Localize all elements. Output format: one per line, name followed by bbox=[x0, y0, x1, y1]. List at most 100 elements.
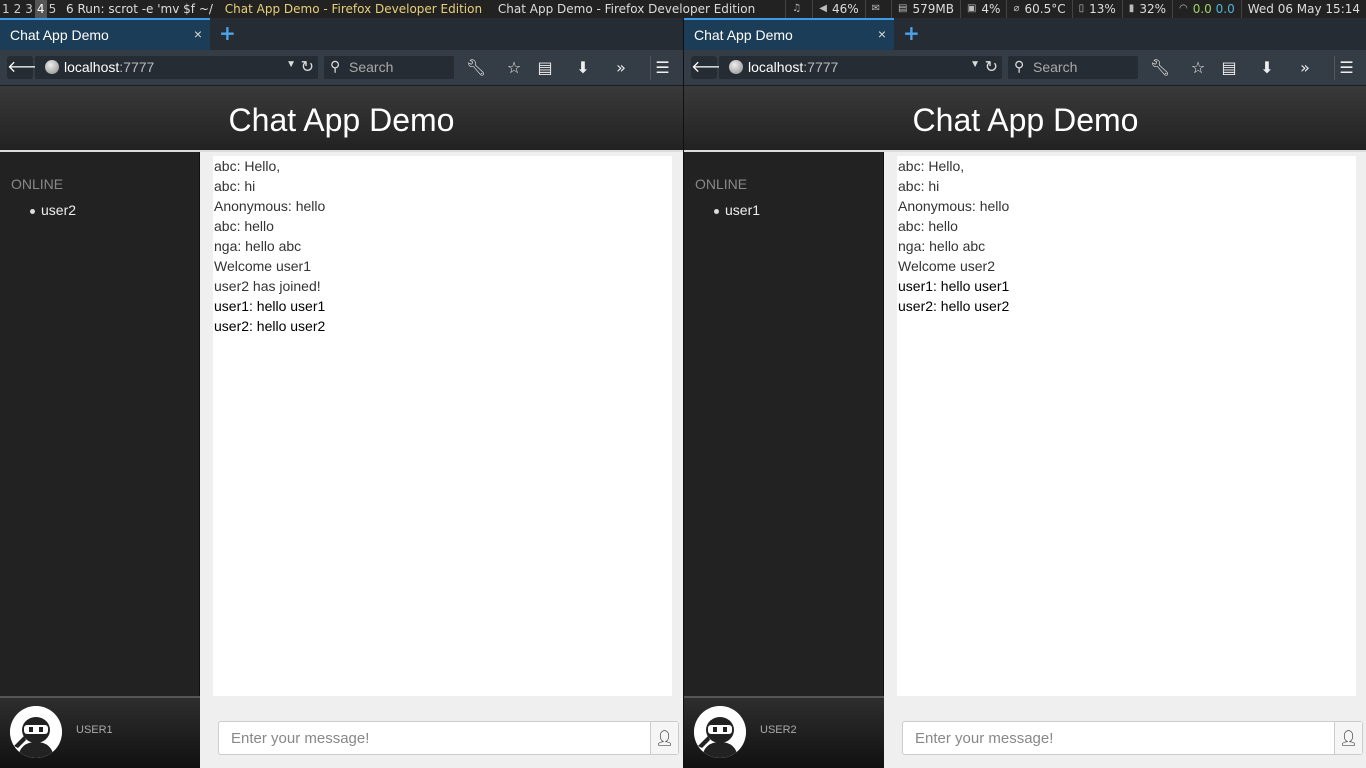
message-area: abc: Hello, abc: hi Anonymous: hello abc: h… bbox=[213, 156, 672, 696]
chat-message: abc: hi bbox=[898, 178, 940, 194]
battery-widget: ▮ 32% bbox=[1121, 0, 1172, 18]
nav-toolbar: 🡐 localhost:7777 ▼ ↻ ⚲ Search 🔧︎ ☆ ▤ ⬇ »… bbox=[0, 50, 683, 86]
search-input[interactable]: ⚲ Search bbox=[1008, 56, 1138, 79]
online-user-item[interactable]: user2 bbox=[30, 202, 76, 218]
clipboard-icon[interactable]: ▤ bbox=[533, 56, 557, 80]
user-icon[interactable]: 👤︎ bbox=[650, 722, 678, 754]
clock-widget[interactable]: Wed 06 May 15:14 bbox=[1240, 0, 1366, 18]
overflow-chevron-icon[interactable]: » bbox=[1293, 56, 1317, 80]
workspace-1[interactable]: 1 bbox=[0, 0, 12, 18]
url-port: :7777 bbox=[803, 59, 839, 75]
window-title-inactive[interactable]: Chat App Demo - Firefox Developer Editio… bbox=[498, 2, 755, 16]
memory-widget: ▤ 579MB bbox=[891, 0, 960, 18]
message-input-placeholder: Enter your message! bbox=[231, 730, 370, 747]
music-note-icon: ♫ bbox=[792, 3, 802, 14]
ninja-avatar-icon bbox=[694, 706, 746, 758]
cpu-widget: ▣ 4% bbox=[959, 0, 1007, 18]
new-tab-icon[interactable]: + bbox=[219, 21, 236, 45]
avatar[interactable] bbox=[10, 706, 62, 758]
url-text: localhost:7777 bbox=[748, 59, 838, 75]
app-header: Chat App Demo bbox=[0, 86, 683, 152]
reload-icon[interactable]: ↻ bbox=[985, 57, 998, 77]
page-title: Chat App Demo bbox=[912, 102, 1139, 138]
hamburger-menu-icon[interactable]: ☰ bbox=[1334, 56, 1358, 80]
user-icon[interactable]: 👤︎ bbox=[1334, 722, 1362, 754]
workspace-3[interactable]: 3 bbox=[23, 0, 35, 18]
message-input[interactable]: Enter your message! 👤︎ bbox=[218, 721, 679, 755]
workspace-4[interactable]: 4 bbox=[34, 0, 47, 18]
workspace-2[interactable]: 2 bbox=[12, 0, 24, 18]
volume-value: 46% bbox=[831, 2, 859, 16]
download-icon[interactable]: ⬇ bbox=[1255, 56, 1279, 80]
back-button[interactable]: 🡐 bbox=[7, 56, 50, 79]
globe-icon bbox=[45, 60, 59, 74]
online-heading: ONLINE bbox=[11, 176, 64, 192]
memory-value: 579MB bbox=[912, 2, 954, 16]
online-user-list: user1 bbox=[714, 202, 760, 218]
volume-widget[interactable]: ◀ 46% bbox=[812, 0, 864, 18]
tab-strip: Chat App Demo × + bbox=[0, 18, 683, 50]
clock-value: Wed 06 May 15:14 bbox=[1247, 2, 1360, 16]
url-bar[interactable]: localhost:7777 ▼ ↻ bbox=[719, 56, 1002, 79]
close-tab-icon[interactable]: × bbox=[194, 26, 202, 42]
new-tab-icon[interactable]: + bbox=[903, 21, 920, 45]
chevron-down-icon[interactable]: ▼ bbox=[970, 59, 980, 70]
mail-icon: ✉ bbox=[871, 3, 881, 14]
chat-message: abc: hi bbox=[214, 178, 256, 194]
search-icon: ⚲ bbox=[1014, 58, 1025, 74]
download-icon[interactable]: ⬇ bbox=[571, 56, 595, 80]
workspace-5[interactable]: 5 bbox=[47, 0, 59, 18]
avatar[interactable] bbox=[694, 706, 746, 758]
online-heading: ONLINE bbox=[695, 176, 748, 192]
tab-label: Chat App Demo bbox=[10, 27, 109, 43]
wifi-icon: ◠ bbox=[1178, 3, 1188, 14]
system-stats: ♫ ◀ 46% ✉ ▤ 579MB ▣ 4% ⌀ 60.5°C ▯ 13% ▮ 32% ◠ 0… bbox=[785, 0, 1366, 18]
cpu-value: 4% bbox=[981, 2, 1001, 16]
message-list: abc: Hello, abc: hi Anonymous: hello abc: h… bbox=[213, 156, 672, 336]
hamburger-menu-icon[interactable]: ☰ bbox=[650, 56, 674, 80]
wrench-icon[interactable]: 🔧︎ bbox=[464, 56, 488, 80]
close-tab-icon[interactable]: × bbox=[878, 26, 886, 42]
url-bar[interactable]: localhost:7777 ▼ ↻ bbox=[35, 56, 318, 79]
chevron-down-icon[interactable]: ▼ bbox=[286, 59, 296, 70]
speaker-icon: ◀ bbox=[819, 3, 827, 14]
battery-icon: ▮ bbox=[1128, 3, 1135, 14]
browser-window-right: Chat App Demo × + 🡐 localhost:7777 ▼ ↻ ⚲… bbox=[683, 18, 1366, 768]
message-input[interactable]: Enter your message! 👤︎ bbox=[902, 721, 1363, 755]
star-icon[interactable]: ☆ bbox=[1186, 56, 1210, 80]
memory-icon: ▤ bbox=[898, 3, 908, 14]
music-widget[interactable]: ♫ bbox=[785, 0, 812, 18]
system-status-bar: 12345 6 Run: scrot -e 'mv $f ~/ Chat App… bbox=[0, 0, 1366, 18]
chat-message: user2: hello user2 bbox=[898, 298, 1010, 314]
message-input-placeholder: Enter your message! bbox=[915, 730, 1054, 747]
sidebar: ONLINE user2 bbox=[0, 152, 200, 696]
search-input[interactable]: ⚲ Search bbox=[324, 56, 454, 79]
tab-chat-app-demo[interactable]: Chat App Demo × bbox=[0, 18, 210, 50]
mail-widget[interactable]: ✉ bbox=[864, 0, 891, 18]
chat-message: user1: hello user1 bbox=[214, 298, 326, 314]
wrench-icon[interactable]: 🔧︎ bbox=[1148, 56, 1172, 80]
profile-panel: USER2 bbox=[684, 696, 884, 768]
reload-icon[interactable]: ↻ bbox=[301, 57, 314, 77]
thermometer-icon: ⌀ bbox=[1013, 3, 1020, 14]
chat-message: Welcome user1 bbox=[214, 258, 312, 274]
online-user-item[interactable]: user1 bbox=[714, 202, 760, 218]
star-icon[interactable]: ☆ bbox=[502, 56, 526, 80]
cpu-icon: ▣ bbox=[966, 3, 977, 14]
url-port: :7777 bbox=[119, 59, 155, 75]
chat-page: Chat App Demo ONLINE user1 USER2 abc: He… bbox=[684, 86, 1366, 768]
overflow-chevron-icon[interactable]: » bbox=[609, 56, 633, 80]
url-text: localhost:7777 bbox=[64, 59, 154, 75]
temperature-widget: ⌀ 60.5°C bbox=[1006, 0, 1071, 18]
profile-username: USER2 bbox=[760, 724, 797, 736]
clipboard-icon[interactable]: ▤ bbox=[1217, 56, 1241, 80]
chat-message: user2: hello user2 bbox=[214, 318, 326, 334]
search-placeholder: Search bbox=[1033, 59, 1078, 75]
window-title-active[interactable]: Chat App Demo - Firefox Developer Editio… bbox=[225, 2, 482, 16]
run-command-label: 6 Run: scrot -e 'mv $f ~/ bbox=[66, 2, 213, 16]
chat-page: Chat App Demo ONLINE user2 USER1 abc: He… bbox=[0, 86, 683, 768]
back-button[interactable]: 🡐 bbox=[691, 56, 734, 79]
tab-chat-app-demo[interactable]: Chat App Demo × bbox=[684, 18, 894, 50]
sidebar: ONLINE user1 bbox=[684, 152, 884, 696]
browser-window-left: Chat App Demo × + 🡐 localhost:7777 ▼ ↻ ⚲… bbox=[0, 18, 683, 768]
